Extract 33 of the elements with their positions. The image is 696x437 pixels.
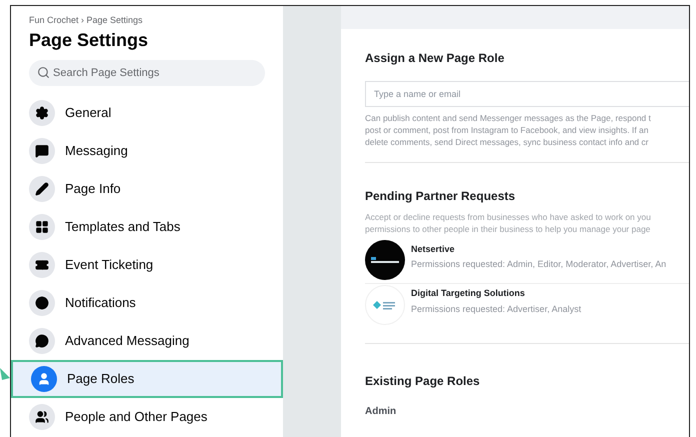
people-icon xyxy=(29,404,55,430)
input-field[interactable]: Type a name or email xyxy=(365,81,689,107)
partner-name: Digital Targeting Solutions xyxy=(411,287,526,300)
partner-name: Netsertive xyxy=(411,242,456,256)
description: Accept or decline requests from businesses who have asked to work on you permissions to other people in their business to help you manage your page xyxy=(365,211,652,235)
grid-icon xyxy=(29,214,55,240)
sidebar-item[interactable]: Page Roles xyxy=(11,360,283,398)
pointer-arrow-icon xyxy=(0,368,10,380)
sidebar-item[interactable]: Event Ticketing xyxy=(11,246,283,284)
section-heading: Existing Page Roles xyxy=(365,373,481,390)
section-heading: Assign a New Page Role xyxy=(365,50,506,67)
permissions-text: Permissions requested: Advertiser, Analyst xyxy=(411,302,582,316)
breadcrumb: Fun Crochet › Page Settings xyxy=(28,14,144,27)
search-icon xyxy=(37,66,50,79)
chat-bubble-icon xyxy=(29,328,55,354)
sidebar-item[interactable]: Templates and Tabs xyxy=(11,208,283,246)
sidebar-item[interactable]: People and Other Pages xyxy=(11,398,283,436)
sidebar-item[interactable]: Messaging xyxy=(11,132,283,170)
sidebar-item[interactable]: Page Info xyxy=(11,170,283,208)
permissions-text: Permissions requested: Admin, Editor, Moderator, Advertiser, An xyxy=(411,258,666,271)
pencil-icon xyxy=(29,176,55,202)
role-heading: Admin xyxy=(365,405,398,419)
page-title: Page Settings xyxy=(28,28,150,52)
sidebar-item[interactable]: General xyxy=(11,94,283,132)
section-heading: Pending Partner Requests xyxy=(365,188,516,205)
person-icon xyxy=(31,366,57,392)
sidebar-item[interactable]: Advanced Messaging xyxy=(11,322,283,360)
gear-icon xyxy=(29,100,55,126)
description: Can publish content and send Messenger messages as the Page, respond t post or comment, post from Instagram to Facebook, and view insights. If an delete comments, send Direct messages, sync business contact info and cr xyxy=(365,112,652,148)
chat-icon xyxy=(29,138,55,164)
ticket-icon xyxy=(29,252,55,278)
sidebar-item[interactable]: Notifications xyxy=(11,284,283,322)
search-field[interactable]: Search Page Settings xyxy=(29,60,265,86)
